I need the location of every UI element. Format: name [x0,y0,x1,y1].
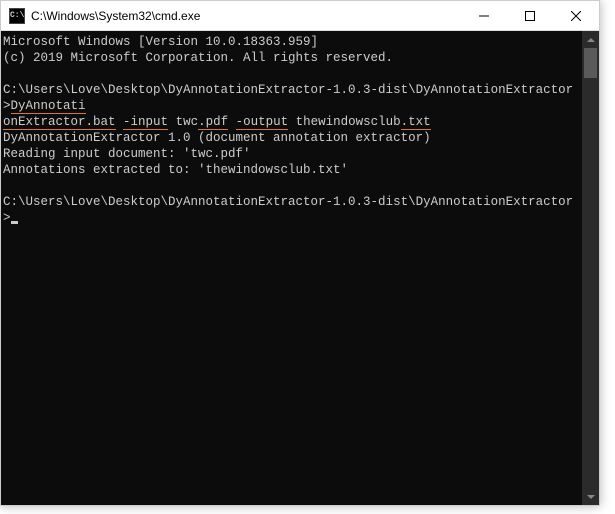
cmd-output-ext: .txt [401,115,431,130]
version-line: Microsoft Windows [Version 10.0.18363.95… [3,34,580,50]
output-title: DyAnnotationExtractor 1.0 (document anno… [3,130,580,146]
output-reading: Reading input document: 'twc.pdf' [3,146,580,162]
vertical-scrollbar[interactable] [582,31,599,505]
scrollbar-thumb[interactable] [584,48,597,78]
cmd-exe-name: DyAnnotati [11,99,86,114]
console-wrapper: Microsoft Windows [Version 10.0.18363.95… [1,31,599,505]
output-extracted: Annotations extracted to: 'thewindowsclu… [3,162,580,178]
cmd-window: C:\ C:\Windows\System32\cmd.exe Microsof… [0,0,600,506]
cmd-output-flag: -output [236,115,289,130]
command-line-2: C:\Users\Love\Desktop\DyAnnotationExtrac… [3,194,580,226]
command-line-1: C:\Users\Love\Desktop\DyAnnotationExtrac… [3,82,580,114]
close-icon [571,11,581,21]
blank-line [3,178,580,194]
minimize-icon [479,11,489,21]
cmd-icon: C:\ [9,8,25,24]
maximize-icon [525,11,535,21]
scrollbar-track[interactable] [582,48,599,488]
cmd-exe-name-wrap: onExtractor.bat [3,115,116,130]
prompt-text: C:\Users\Love\Desktop\DyAnnotationExtrac… [3,83,573,113]
titlebar[interactable]: C:\ C:\Windows\System32\cmd.exe [1,1,599,31]
close-button[interactable] [553,1,599,30]
copyright-line: (c) 2019 Microsoft Corporation. All righ… [3,50,580,66]
minimize-button[interactable] [461,1,507,30]
cmd-input-ext: .pdf [198,115,228,130]
scrollbar-down-arrow[interactable] [582,488,599,505]
maximize-button[interactable] [507,1,553,30]
prompt-text-2: C:\Users\Love\Desktop\DyAnnotationExtrac… [3,195,573,225]
chevron-down-icon [587,495,595,499]
text-cursor [11,221,18,224]
window-title: C:\Windows\System32\cmd.exe [31,9,461,23]
scrollbar-up-arrow[interactable] [582,31,599,48]
window-controls [461,1,599,30]
chevron-up-icon [587,38,595,42]
blank-line [3,66,580,82]
command-line-1-wrap: onExtractor.bat -input twc.pdf -output t… [3,114,580,130]
cmd-input-flag: -input [123,115,168,130]
console-output[interactable]: Microsoft Windows [Version 10.0.18363.95… [1,31,582,505]
